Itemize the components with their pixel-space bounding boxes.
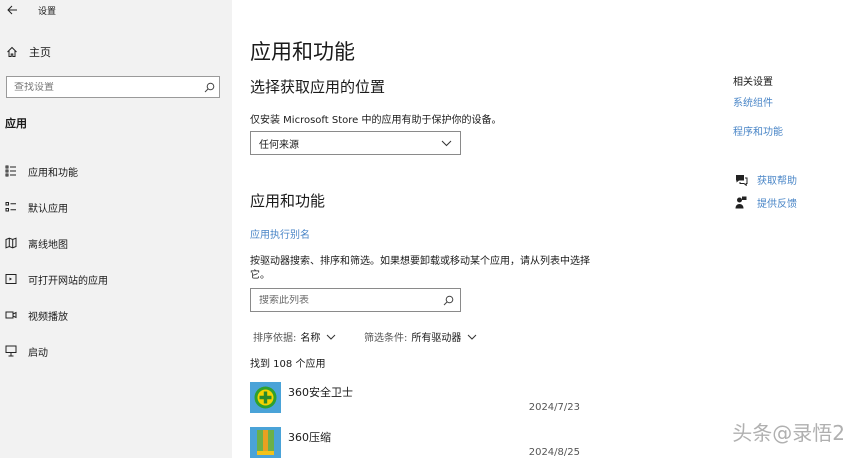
chevron-down-icon [441,140,452,146]
startup-icon [1,345,21,357]
get-help-label: 获取帮助 [757,176,797,187]
app-name: 360压缩 [288,431,331,444]
feedback-icon [733,196,749,209]
apps-list-icon [1,165,21,177]
sidebar-item-default-apps[interactable]: 默认应用 [0,189,232,225]
choose-location-heading: 选择获取应用的位置 [250,78,386,96]
app-360-zip-icon [250,427,281,458]
app-execution-alias-link[interactable]: 应用执行别名 [250,226,310,241]
give-feedback-label: 提供反馈 [757,199,797,210]
app-list-item[interactable]: 360安全卫士 2024/7/23 [250,382,590,428]
filter-label: 筛选条件: [364,333,408,344]
sidebar-item-video-playback[interactable]: 视频播放 [0,297,232,333]
give-feedback-link[interactable]: 提供反馈 [733,195,797,210]
app-count: 找到 108 个应用 [250,359,326,370]
settings-search-box[interactable] [6,76,220,98]
default-apps-icon [1,201,21,213]
chevron-down-icon [326,334,336,340]
video-icon [1,309,21,321]
app-list-search-input[interactable] [251,294,436,306]
sidebar-item-startup[interactable]: 启动 [0,333,232,369]
app-list-search-box[interactable] [250,288,461,312]
sort-label: 排序依据: [253,333,297,344]
sort-value: 名称 [300,333,321,344]
web-apps-icon [1,273,21,285]
settings-search-input[interactable] [7,81,199,93]
search-icon[interactable] [199,82,219,93]
section-title: 应用 [5,117,27,130]
watermark: 头条@录悟2 [732,421,845,445]
sidebar-item-apps-features[interactable]: 应用和功能 [0,153,232,189]
offline-map-icon [1,237,21,249]
sidebar-item-label: 默认应用 [28,203,68,215]
system-components-link[interactable]: 系统组件 [733,94,773,109]
app-source-selected: 任何来源 [259,139,299,151]
sort-dropdown[interactable]: 排序依据: 名称 [253,329,336,344]
apps-description: 按驱动器搜索、排序和筛选。如果想要卸载或移动某个应用，请从列表中选择它。 [250,256,590,281]
help-chat-icon [733,174,749,186]
get-help-link[interactable]: 获取帮助 [733,172,797,187]
app-360-security-icon [250,382,281,413]
related-settings-title: 相关设置 [733,77,773,88]
sidebar-item-web-apps[interactable]: 可打开网站的应用 [0,261,232,297]
chevron-down-icon [467,334,477,340]
back-arrow-icon [6,5,17,15]
sidebar-item-label: 启动 [28,347,48,359]
sidebar-item-label: 视频播放 [28,311,68,323]
sidebar-item-label: 离线地图 [28,239,68,251]
home-label: 主页 [29,46,51,59]
sidebar-item-label: 可打开网站的应用 [28,275,108,287]
choose-location-description: 仅安装 Microsoft Store 中的应用有助于保护你的设备。 [250,115,502,126]
window-title: 设置 [38,6,57,17]
app-list-item[interactable]: 360压缩 2024/8/25 [250,427,590,458]
programs-features-link[interactable]: 程序和功能 [733,123,783,138]
filter-dropdown[interactable]: 筛选条件: 所有驱动器 [364,329,477,344]
app-name: 360安全卫士 [288,386,353,399]
home-icon [0,46,24,58]
sidebar-item-offline-maps[interactable]: 离线地图 [0,225,232,261]
filter-value: 所有驱动器 [411,333,462,344]
page-title: 应用和功能 [250,40,355,64]
app-source-dropdown[interactable]: 任何来源 [250,131,461,155]
title-bar: 设置 [0,0,232,20]
app-install-date: 2024/7/23 [528,402,580,413]
sidebar-item-home[interactable]: 主页 [0,40,232,64]
back-button[interactable] [0,0,24,20]
apps-features-heading: 应用和功能 [250,192,326,210]
app-install-date: 2024/8/25 [528,447,580,458]
sidebar: 设置 主页 应用 应用和功能 默认应用 离 [0,0,232,458]
search-icon[interactable] [436,295,460,306]
sidebar-item-label: 应用和功能 [28,167,78,179]
sidebar-nav: 应用和功能 默认应用 离线地图 可打开网站的应用 视频播放 启动 [0,153,232,369]
